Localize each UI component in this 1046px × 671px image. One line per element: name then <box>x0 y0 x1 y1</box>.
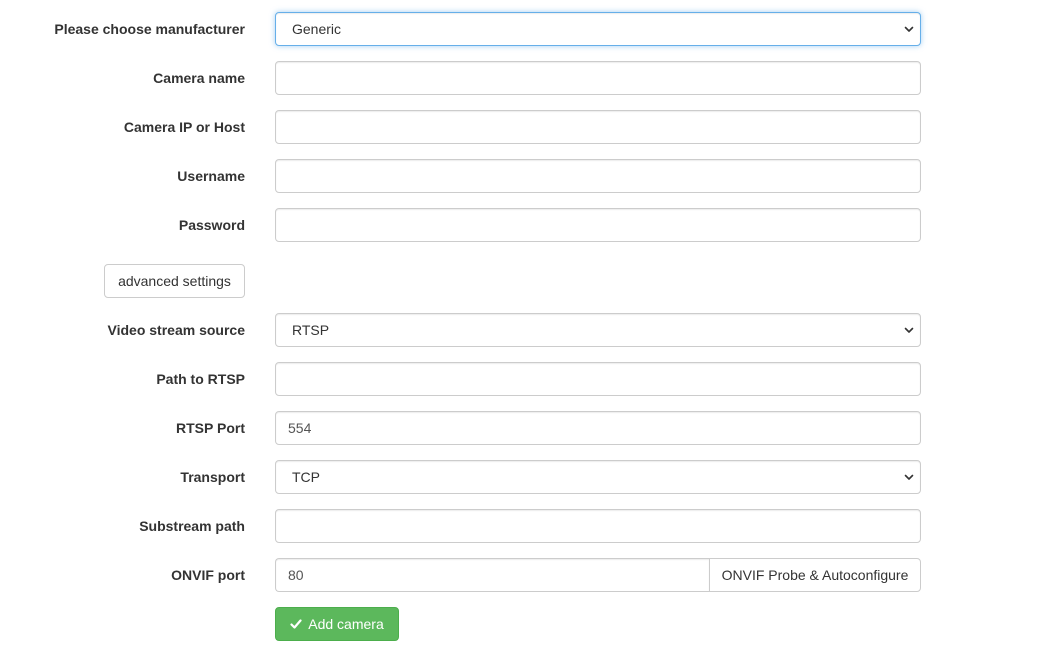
username-row: Username <box>0 159 1046 193</box>
video-source-select[interactable]: RTSP <box>275 313 921 347</box>
camera-host-input[interactable] <box>275 110 921 144</box>
chevron-down-icon <box>904 327 914 333</box>
camera-name-label: Camera name <box>153 70 245 86</box>
rtsp-path-input[interactable] <box>275 362 921 396</box>
substream-path-row: Substream path <box>0 509 1046 543</box>
chevron-down-icon <box>904 474 914 480</box>
camera-host-label: Camera IP or Host <box>123 119 245 135</box>
video-source-selected-value: RTSP <box>292 322 330 338</box>
camera-host-row: Camera IP or Host <box>0 110 1046 144</box>
transport-label: Transport <box>180 469 245 485</box>
add-camera-button[interactable]: Add camera <box>275 607 399 641</box>
manufacturer-label: Please choose manufacturer <box>54 21 245 37</box>
transport-row: Transport TCP <box>0 460 1046 494</box>
rtsp-port-input[interactable]: 554 <box>275 411 921 445</box>
password-label: Password <box>178 217 245 233</box>
check-icon <box>290 619 302 629</box>
manufacturer-select[interactable]: Generic <box>275 12 921 46</box>
rtsp-port-row: RTSP Port 554 <box>0 411 1046 445</box>
username-label: Username <box>177 168 245 184</box>
onvif-port-label: ONVIF port <box>171 567 245 583</box>
username-input[interactable] <box>275 159 921 193</box>
add-camera-label: Add camera <box>308 616 384 632</box>
camera-name-row: Camera name <box>0 61 1046 95</box>
rtsp-path-label: Path to RTSP <box>156 371 245 387</box>
transport-select[interactable]: TCP <box>275 460 921 494</box>
camera-name-input[interactable] <box>275 61 921 95</box>
substream-path-input[interactable] <box>275 509 921 543</box>
chevron-down-icon <box>904 26 914 32</box>
substream-path-label: Substream path <box>139 518 245 534</box>
manufacturer-row: Please choose manufacturer Generic <box>0 12 1046 46</box>
advanced-settings-button[interactable]: advanced settings <box>104 264 245 298</box>
onvif-port-row: ONVIF port 80 ONVIF Probe & Autoconfigur… <box>0 558 1046 592</box>
video-source-row: Video stream source RTSP <box>0 313 1046 347</box>
rtsp-port-label: RTSP Port <box>176 420 245 436</box>
manufacturer-selected-value: Generic <box>292 21 342 37</box>
onvif-port-input[interactable]: 80 <box>275 558 709 592</box>
video-source-label: Video stream source <box>107 322 245 338</box>
transport-selected-value: TCP <box>292 469 320 485</box>
onvif-probe-button[interactable]: ONVIF Probe & Autoconfigure <box>709 558 921 592</box>
password-row: Password <box>0 208 1046 242</box>
password-input[interactable] <box>275 208 921 242</box>
add-camera-form: Please choose manufacturer Generic Camer… <box>0 0 1046 671</box>
advanced-settings-row: advanced settings <box>0 264 1046 298</box>
rtsp-path-row: Path to RTSP <box>0 362 1046 396</box>
